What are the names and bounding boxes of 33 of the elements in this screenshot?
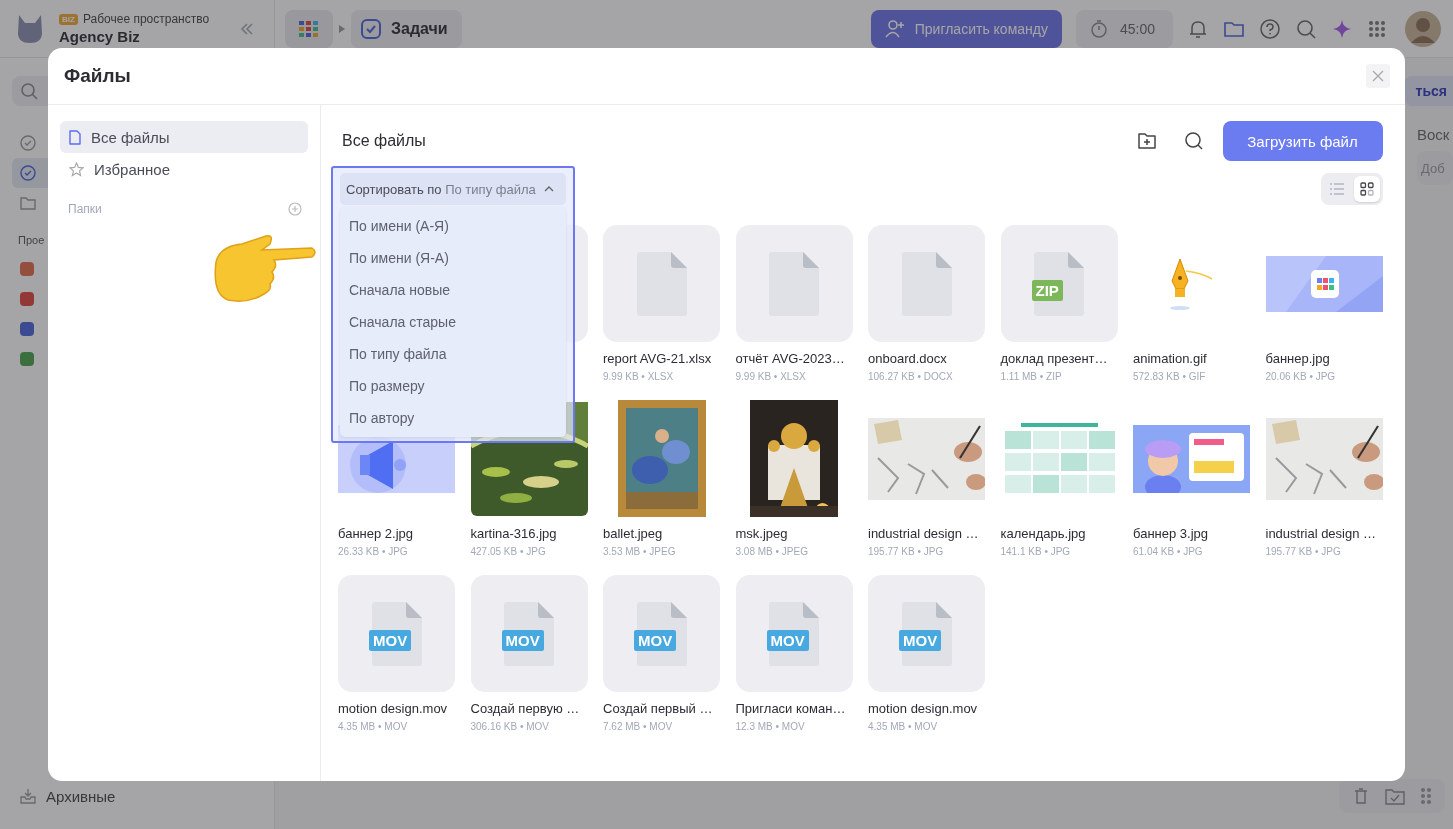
timer-value: 45:00 bbox=[1119, 20, 1155, 37]
workspace-label: Рабочее пространство bbox=[82, 12, 210, 26]
file-meta: 106.27 KB • DOCX bbox=[868, 371, 953, 382]
file-meta: 141.1 KB • JPG bbox=[1000, 546, 1071, 557]
file-meta: 195.77 KB • JPG bbox=[868, 546, 944, 557]
file-type-badge: ZIP bbox=[1031, 280, 1063, 301]
file-meta: 3.53 MB • JPEG bbox=[603, 546, 676, 557]
section-heading: Прое bbox=[18, 234, 46, 246]
file-meta: 572.83 KB • GIF bbox=[1133, 371, 1206, 382]
workspace-badge: BIZ bbox=[59, 13, 78, 25]
file-meta: 9.99 KB • XLSX bbox=[735, 371, 806, 382]
file-meta: 61.04 KB • JPG bbox=[1133, 546, 1203, 557]
section-heading: Папки bbox=[68, 202, 102, 216]
file-meta: 7.62 MB • MOV bbox=[603, 721, 673, 732]
column-heading: Воск bbox=[1417, 126, 1451, 143]
file-meta: 1.11 MB • ZIP bbox=[1000, 371, 1062, 382]
file-meta: 26.33 KB • JPG bbox=[338, 546, 408, 557]
file-meta: 427.05 KB • JPG bbox=[470, 546, 546, 557]
file-meta: 3.08 MB • JPEG bbox=[735, 546, 808, 557]
file-meta: 20.06 KB • JPG bbox=[1265, 371, 1336, 382]
dialog-title: Файлы bbox=[64, 65, 131, 87]
file-meta: 4.35 MB • MOV bbox=[868, 721, 938, 732]
file-type-badge: MOV bbox=[766, 630, 809, 651]
file-type-badge: MOV bbox=[634, 630, 677, 651]
file-meta: 195.77 KB • JPG bbox=[1265, 546, 1341, 557]
file-type-badge: MOV bbox=[369, 630, 412, 651]
file-meta: 4.35 MB • MOV bbox=[338, 721, 408, 732]
section-title: Все файлы bbox=[341, 132, 426, 150]
file-type-badge: MOV bbox=[501, 630, 544, 651]
file-type-badge: MOV bbox=[899, 630, 942, 651]
file-meta: 9.99 KB • XLSX bbox=[603, 371, 674, 382]
file-meta: 12.3 MB • MOV bbox=[735, 721, 805, 732]
file-meta: 306.16 KB • MOV bbox=[470, 721, 550, 732]
